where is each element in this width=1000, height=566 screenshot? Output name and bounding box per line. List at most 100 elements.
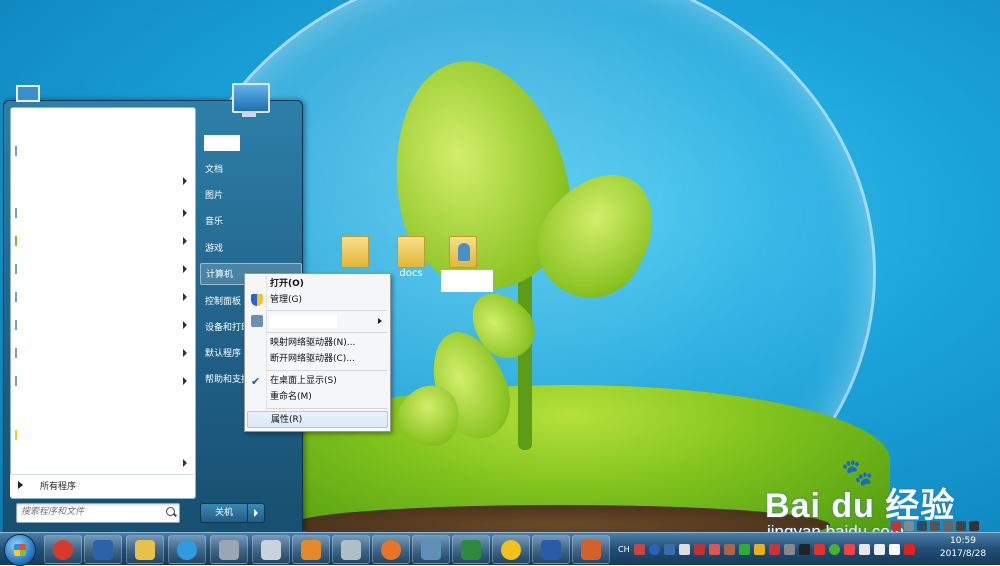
menu-separator	[267, 370, 387, 371]
tray-icon[interactable]	[783, 543, 795, 555]
tray-icon[interactable]	[903, 543, 915, 555]
tray-icon[interactable]	[828, 543, 840, 555]
tray-icon[interactable]	[843, 543, 855, 555]
program-item[interactable]	[11, 168, 195, 194]
menu-item-label: 在桌面上显示(S)	[270, 376, 337, 386]
monitor-icon	[232, 83, 270, 113]
program-item[interactable]	[11, 340, 195, 366]
tray-icon[interactable]	[633, 543, 645, 555]
taskbar-app-button[interactable]	[210, 535, 248, 564]
app-icon	[53, 539, 73, 560]
clock-time: 10:59	[950, 536, 976, 546]
program-marker	[15, 376, 17, 386]
shield-icon[interactable]	[753, 543, 765, 555]
tray-icon[interactable]	[738, 543, 750, 555]
taskbar-clock[interactable]: 10:59 2017/8/28	[932, 535, 994, 561]
desktop-user-folder[interactable]	[438, 236, 488, 268]
all-programs-button[interactable]: 所有程序	[10, 474, 194, 497]
program-item[interactable]	[11, 368, 195, 394]
app-icon	[930, 521, 940, 531]
program-marker	[15, 208, 17, 218]
menu-item-rename[interactable]: 重命名(M)	[247, 389, 388, 406]
firefox-icon	[381, 539, 401, 560]
menu-item-label: 打开(O)	[270, 279, 304, 289]
all-programs-label: 所有程序	[40, 482, 77, 492]
program-item[interactable]	[11, 256, 195, 282]
menu-item-disconnect-network-drive[interactable]: 断开网络驱动器(C)...	[247, 351, 388, 368]
shutdown-button[interactable]: 关机	[200, 503, 248, 523]
desktop-icon-label: docs	[399, 268, 423, 279]
start-button[interactable]	[4, 534, 36, 566]
app-icon	[501, 539, 521, 560]
language-indicator[interactable]: CH	[618, 545, 630, 554]
menu-separator	[267, 332, 387, 333]
user-picture-computer-icon[interactable]	[226, 81, 272, 121]
taskbar-app-button[interactable]	[84, 535, 122, 564]
program-item[interactable]	[11, 284, 195, 310]
menu-item-submenu[interactable]	[247, 313, 388, 330]
taskbar-matlab-button[interactable]	[572, 535, 610, 564]
taskbar-app-button[interactable]	[412, 535, 450, 564]
tray-icon[interactable]	[678, 543, 690, 555]
chevron-right-icon	[183, 293, 187, 301]
taskbar-firefox-button[interactable]	[372, 535, 410, 564]
computer-context-menu: 打开(O) 管理(G) 映射网络驱动器(N)... 断开网络驱动器(C)... …	[244, 273, 391, 432]
taskbar-explorer-button[interactable]	[126, 535, 164, 564]
start-item-music[interactable]: 音乐	[200, 211, 302, 233]
desktop-folder-icon[interactable]	[330, 236, 380, 268]
tray-icon[interactable]	[693, 543, 705, 555]
volume-icon[interactable]	[888, 543, 900, 555]
tray-icon[interactable]	[723, 543, 735, 555]
program-item[interactable]	[11, 450, 195, 476]
shutdown-options-button[interactable]	[247, 503, 265, 523]
tray-icon[interactable]	[813, 543, 825, 555]
program-item[interactable]	[11, 422, 195, 448]
taskbar-word-button[interactable]	[532, 535, 570, 564]
search-input[interactable]	[21, 505, 159, 519]
chevron-right-icon	[183, 377, 187, 385]
search-icon[interactable]	[166, 507, 175, 516]
taskbar-app-button[interactable]	[292, 535, 330, 564]
tray-icon[interactable]	[858, 543, 870, 555]
tray-icon[interactable]	[768, 543, 780, 555]
program-marker	[15, 264, 17, 274]
menu-item-map-network-drive[interactable]: 映射网络驱动器(N)...	[247, 335, 388, 352]
desktop-folder-docs[interactable]: docs	[386, 236, 436, 279]
menu-separator	[267, 408, 387, 409]
network-icon[interactable]	[873, 543, 885, 555]
folder-icon	[135, 539, 155, 560]
start-menu-program-list	[10, 107, 196, 499]
start-item-pictures[interactable]: 图片	[200, 185, 302, 207]
taskbar-ie-button[interactable]	[168, 535, 206, 564]
app-icon	[891, 521, 901, 531]
menu-item-properties[interactable]: 属性(R)	[247, 411, 388, 428]
menu-item-show-on-desktop[interactable]: ✔ 在桌面上显示(S)	[247, 373, 388, 390]
taskbar-app-button[interactable]	[492, 535, 530, 564]
menu-item-manage[interactable]: 管理(G)	[247, 292, 388, 309]
taskbar-app-button[interactable]	[252, 535, 290, 564]
program-item[interactable]	[11, 312, 195, 338]
chevron-right-icon	[183, 209, 187, 217]
help-icon[interactable]	[648, 543, 660, 555]
qq-icon[interactable]	[798, 543, 810, 555]
program-item[interactable]	[11, 138, 195, 164]
start-item-documents[interactable]: 文档	[200, 159, 302, 181]
triangle-right-icon	[18, 481, 23, 489]
folder-icon	[341, 236, 369, 268]
taskbar-excel-button[interactable]	[452, 535, 490, 564]
start-item-games[interactable]: 游戏	[200, 238, 302, 260]
user-folder-icon	[449, 236, 477, 268]
program-item[interactable]	[11, 200, 195, 226]
tray-icon[interactable]	[708, 543, 720, 555]
menu-item-open[interactable]: 打开(O)	[247, 276, 388, 293]
tray-icon[interactable]	[663, 543, 675, 555]
matlab-icon	[581, 539, 601, 560]
chevron-right-icon	[183, 321, 187, 329]
program-item[interactable]	[11, 228, 195, 254]
taskbar-app-button[interactable]	[332, 535, 370, 564]
folder-icon	[397, 236, 425, 268]
user-name-box[interactable]	[204, 135, 240, 151]
internet-explorer-icon	[177, 539, 197, 560]
start-search-box[interactable]	[16, 503, 180, 523]
taskbar-app-button[interactable]	[44, 535, 82, 564]
